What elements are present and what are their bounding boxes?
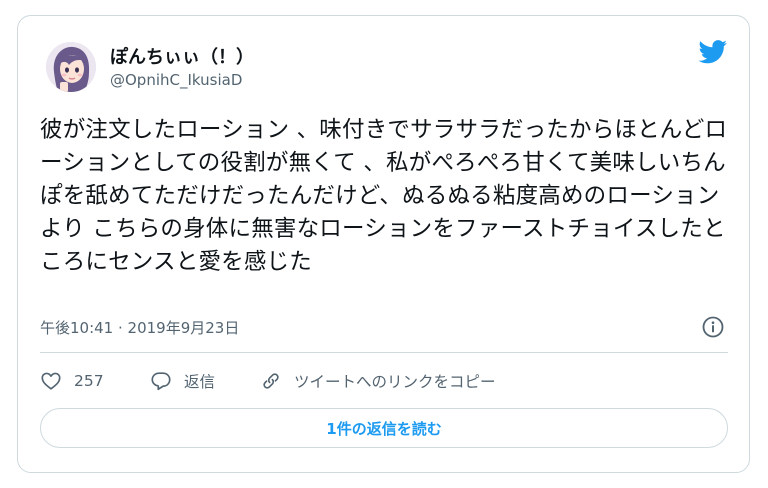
display-name[interactable]: ぽんちぃぃ（！） [110,43,254,69]
reply-button[interactable]: 返信 [150,368,215,394]
tweet-timestamp[interactable]: 午後10:41 · 2019年9月23日 [40,317,239,338]
reply-icon [151,372,171,391]
like-button[interactable]: 257 [40,368,104,394]
heart-icon [41,372,61,390]
tweet-card: ぽんちぃぃ（！） @OpnihC_IkusiaD 彼が注文したローション 、味付… [17,15,750,473]
link-icon [263,373,279,389]
user-handle[interactable]: @OpnihC_IkusiaD [110,71,242,89]
avatar[interactable] [46,42,96,92]
divider [40,352,728,353]
read-replies-button[interactable]: 1件の返信を読む [40,408,728,448]
info-icon[interactable] [702,316,724,338]
tweet-text: 彼が注文したローション 、味付きでサラサラだったからほとんどローションとしての役… [40,117,728,275]
copy-link-button[interactable]: ツイートへのリンクをコピー [260,368,496,394]
reply-label: 返信 [184,373,216,391]
copy-link-label: ツイートへのリンクをコピー [294,373,496,391]
twitter-bird-icon[interactable] [698,40,728,64]
like-count: 257 [74,372,104,390]
